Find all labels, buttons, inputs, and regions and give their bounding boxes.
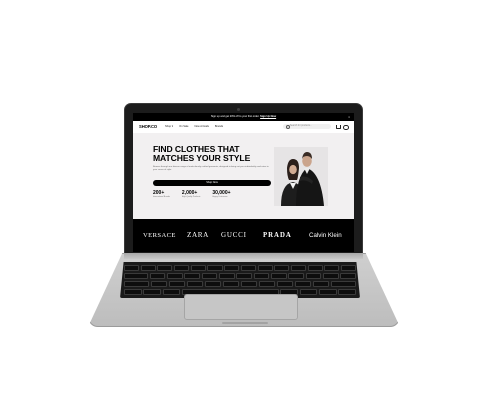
cart-icon[interactable] <box>336 125 342 130</box>
key <box>184 273 200 279</box>
stat-label: International Brands <box>153 196 170 198</box>
user-icon[interactable] <box>343 124 349 131</box>
search-input[interactable]: Search for products... <box>283 124 331 130</box>
hero-description: Browse through our diverse range of meti… <box>153 166 269 171</box>
key-row <box>124 265 357 271</box>
key <box>318 289 337 295</box>
key <box>338 289 356 295</box>
hero-section: FIND CLOTHES THAT MATCHES YOUR STYLE Bro… <box>133 133 354 219</box>
key <box>240 281 258 287</box>
key <box>124 273 148 279</box>
stat-label: Happy Customers <box>212 196 228 198</box>
key <box>294 281 312 287</box>
key <box>124 265 140 271</box>
key-row <box>124 281 356 287</box>
key <box>258 281 276 287</box>
key <box>290 265 306 271</box>
nav-links: Shop ▾ On Sale New Arrivals Brands <box>165 125 223 129</box>
key-row <box>124 273 356 279</box>
key <box>124 281 150 287</box>
key <box>168 281 186 287</box>
brand-bar: VERSACE ZARA GUCCI PRADA Calvin Klein <box>133 219 354 252</box>
key <box>140 265 156 271</box>
key <box>299 289 318 295</box>
key <box>150 281 168 287</box>
close-icon[interactable]: × <box>348 113 350 121</box>
brand-logo-zara: ZARA <box>187 231 209 239</box>
trackpad <box>184 294 298 320</box>
laptop-mockup: Sign up and get 20% off to your first or… <box>0 0 500 400</box>
key <box>157 265 173 271</box>
keyboard <box>120 262 360 298</box>
key <box>253 273 270 279</box>
nav-item-shop[interactable]: Shop ▾ <box>165 125 173 129</box>
nav-item-new-arrivals[interactable]: New Arrivals <box>194 125 208 129</box>
key <box>201 273 218 279</box>
hero-title-line-2: MATCHES YOUR STYLE <box>153 152 251 163</box>
stat-brands: 200+ International Brands <box>153 190 170 199</box>
key <box>330 281 356 287</box>
brand-logo-gucci: GUCCI <box>221 231 247 239</box>
promo-bar: Sign up and get 20% off to your first or… <box>133 113 354 121</box>
brand-logo-calvin-klein: Calvin Klein <box>309 232 342 239</box>
brand-logo-versace: VERSACE <box>143 232 176 239</box>
key <box>340 265 357 271</box>
key <box>149 273 166 279</box>
key <box>124 289 142 295</box>
key <box>257 265 273 271</box>
key <box>288 273 304 279</box>
navbar: SHOP.CO Shop ▾ On Sale New Arrivals Bran… <box>133 121 354 133</box>
key <box>204 281 222 287</box>
promo-text: Sign up and get 20% off to your first or… <box>210 115 260 118</box>
shop-now-button[interactable]: Shop Now <box>153 180 271 186</box>
key <box>222 281 240 287</box>
key <box>166 273 183 279</box>
key <box>340 273 356 279</box>
hero-title: FIND CLOTHES THAT MATCHES YOUR STYLE <box>153 145 273 162</box>
site-logo[interactable]: SHOP.CO <box>139 124 157 130</box>
nav-item-on-sale[interactable]: On Sale <box>179 125 188 129</box>
models-illustration <box>274 147 328 206</box>
key <box>186 281 204 287</box>
key <box>307 265 323 271</box>
key <box>322 273 339 279</box>
key <box>143 289 162 295</box>
key <box>218 273 235 279</box>
laptop-lip <box>222 322 268 324</box>
key <box>274 265 290 271</box>
key <box>236 273 252 279</box>
hero-image <box>274 147 328 206</box>
brand-logo-prada: PRADA <box>263 232 292 239</box>
key <box>270 273 287 279</box>
stats-row: 200+ International Brands 2,000+ High-Qu… <box>153 190 283 199</box>
camera-icon <box>237 108 240 111</box>
signup-link[interactable]: Sign Up Now <box>260 115 276 118</box>
key <box>174 265 190 271</box>
stat-label: High-Quality Products <box>181 196 201 198</box>
laptop-hinge <box>124 253 363 259</box>
key <box>240 265 256 271</box>
stat-products: 2,000+ High-Quality Products <box>182 190 200 199</box>
search-placeholder: Search for products... <box>290 125 312 127</box>
stat-customers: 30,000+ Happy Customers <box>212 190 230 199</box>
key <box>324 265 340 271</box>
key <box>224 265 240 271</box>
laptop-screen: Sign up and get 20% off to your first or… <box>133 113 354 252</box>
key <box>312 281 330 287</box>
key <box>207 265 223 271</box>
key <box>276 281 294 287</box>
key <box>190 265 206 271</box>
key <box>305 273 322 279</box>
nav-item-brands[interactable]: Brands <box>215 125 223 129</box>
key <box>162 289 181 295</box>
